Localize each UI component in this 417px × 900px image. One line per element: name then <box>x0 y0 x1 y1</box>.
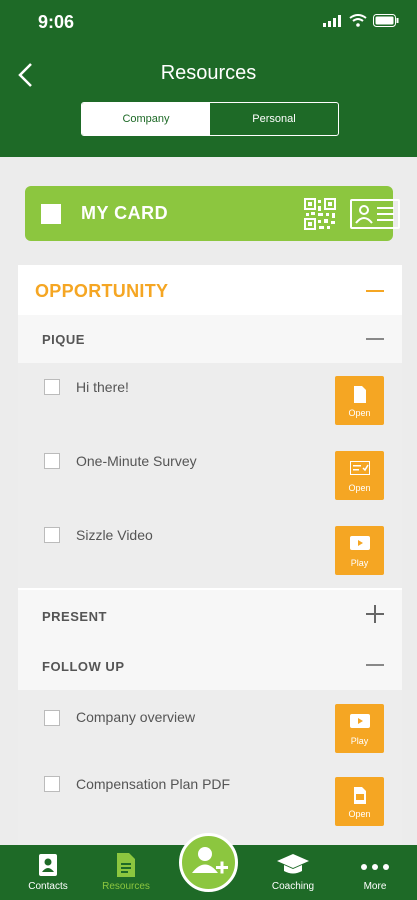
list-item: One-Minute Survey Open <box>18 437 402 511</box>
segmented-control: Company Personal <box>81 102 339 136</box>
item-label: One-Minute Survey <box>76 453 197 469</box>
list-item: Compensation Plan PDF Open <box>18 764 402 838</box>
opportunity-header[interactable]: OPPORTUNITY <box>18 265 402 315</box>
open-button[interactable]: Open <box>335 777 384 826</box>
section-label: PRESENT <box>42 609 107 624</box>
page-title: Resources <box>160 62 257 84</box>
list-item: Sizzle Video Play <box>18 511 402 585</box>
button-label: Play <box>350 736 369 746</box>
list-item: Hi there! Open <box>18 363 402 437</box>
button-label: Open <box>348 809 371 819</box>
my-card-bar[interactable]: MY CARD <box>25 186 400 241</box>
button-label: Open <box>348 408 371 418</box>
section-pique[interactable]: PIQUE <box>18 315 402 363</box>
nav-label: Coaching <box>271 881 315 892</box>
section-label: PIQUE <box>42 332 85 347</box>
play-button[interactable]: Play <box>335 526 384 575</box>
item-checkbox[interactable] <box>44 710 60 726</box>
item-label: Company overview <box>76 709 196 725</box>
collapse-icon[interactable] <box>366 290 384 292</box>
open-button[interactable]: Open <box>335 451 384 500</box>
contacts-icon <box>39 854 57 876</box>
play-button[interactable]: Play <box>335 704 384 753</box>
document-icon <box>353 386 366 403</box>
content-area: MY CARD OPPORTUNITY PIQUE Hi there! Open… <box>0 157 417 845</box>
id-card-icon[interactable] <box>350 199 400 229</box>
wifi-icon <box>349 14 367 27</box>
status-time: 9:06 <box>38 12 75 32</box>
button-label: Open <box>348 483 371 493</box>
nav-coaching[interactable]: Coaching <box>258 845 328 900</box>
survey-icon <box>349 461 370 475</box>
resources-panel: OPPORTUNITY PIQUE Hi there! Open One-Min… <box>18 265 402 845</box>
pdf-icon <box>353 787 366 804</box>
section-follow-up[interactable]: FOLLOW UP <box>18 640 402 690</box>
opportunity-title: OPPORTUNITY <box>35 281 169 301</box>
add-person-icon <box>192 847 228 874</box>
add-contact-button[interactable] <box>179 833 238 892</box>
tab-personal[interactable]: Personal <box>210 103 338 135</box>
item-checkbox[interactable] <box>44 776 60 792</box>
follow-up-items: Company overview Play Compensation Plan … <box>18 690 402 845</box>
nav-label: Resources <box>102 881 150 892</box>
nav-label: Contacts <box>28 881 68 892</box>
item-checkbox[interactable] <box>44 453 60 469</box>
nav-contacts[interactable]: Contacts <box>18 845 78 900</box>
expand-icon[interactable] <box>366 605 384 623</box>
item-checkbox[interactable] <box>44 379 60 395</box>
list-item: Company overview Play <box>18 690 402 764</box>
resources-icon <box>117 853 135 877</box>
section-label: FOLLOW UP <box>42 659 125 674</box>
collapse-icon[interactable] <box>366 664 384 666</box>
play-icon <box>349 714 370 728</box>
status-icons <box>323 14 399 27</box>
more-icon <box>361 864 389 870</box>
open-button[interactable]: Open <box>335 376 384 425</box>
my-card-label: MY CARD <box>81 203 169 223</box>
nav-label: More <box>363 881 387 892</box>
item-label: Sizzle Video <box>76 527 153 543</box>
qr-code-icon[interactable] <box>304 198 336 230</box>
item-label: Hi there! <box>76 379 129 395</box>
play-icon <box>349 536 370 550</box>
app-header: 9:06 Resources Company Personal <box>0 0 417 157</box>
nav-resources[interactable]: Resources <box>96 845 156 900</box>
pique-items: Hi there! Open One-Minute Survey Open Si… <box>18 363 402 588</box>
battery-icon <box>373 14 399 27</box>
collapse-icon[interactable] <box>366 338 384 340</box>
my-card-checkbox[interactable] <box>41 204 61 224</box>
item-checkbox[interactable] <box>44 527 60 543</box>
button-label: Play <box>350 558 369 568</box>
graduation-cap-icon <box>277 854 309 874</box>
section-present[interactable]: PRESENT <box>18 590 402 640</box>
tab-company[interactable]: Company <box>82 103 210 135</box>
signal-icon <box>323 14 341 27</box>
item-label: Compensation Plan PDF <box>76 776 231 792</box>
nav-more[interactable]: More <box>347 845 403 900</box>
